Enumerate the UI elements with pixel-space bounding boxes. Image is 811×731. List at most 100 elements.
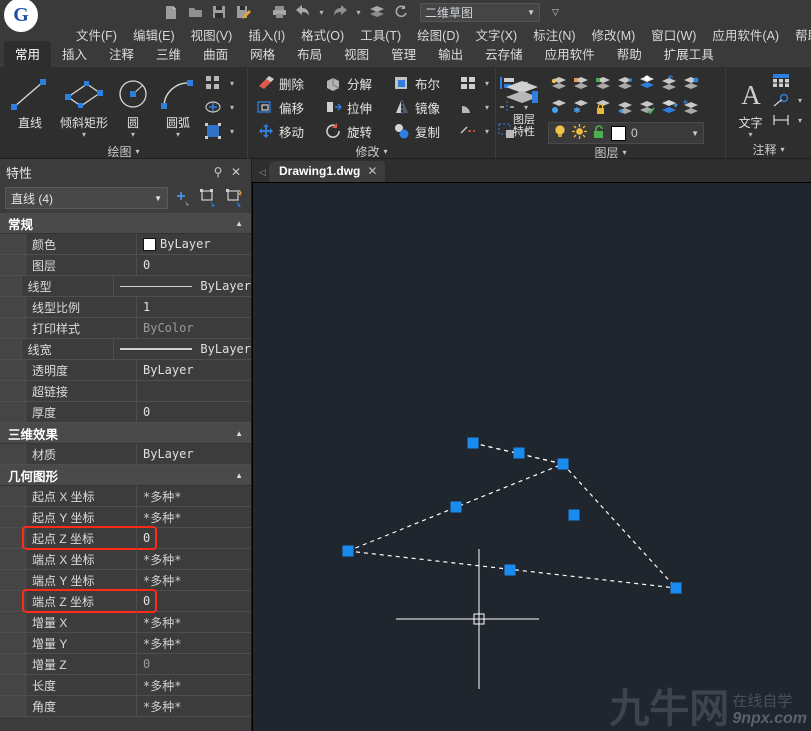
grip-handle[interactable] [450, 501, 462, 513]
draw-arc-button[interactable]: 圆弧 ▾ [155, 71, 201, 139]
open-file-icon[interactable] [184, 2, 206, 22]
property-row[interactable]: 线型 ByLayer [0, 276, 251, 297]
property-row[interactable]: 超链接 [0, 381, 251, 402]
collapse-icon[interactable]: ▲ [235, 471, 243, 480]
property-value[interactable]: *多种* [137, 486, 251, 506]
layer-color-swatch[interactable] [611, 125, 626, 141]
layer-thaw-icon[interactable] [571, 97, 591, 117]
panel-expand-icon[interactable]: ▾ [384, 147, 388, 156]
undo-dropdown-icon[interactable]: ▾ [316, 8, 327, 17]
annotation-leader-button[interactable]: ▾ [769, 90, 808, 110]
layer-restore-icon[interactable] [681, 97, 701, 117]
ribbon-tab-11[interactable]: 应用软件 [534, 41, 606, 67]
annotation-table-button[interactable] [769, 71, 808, 90]
collapse-icon[interactable]: ▲ [235, 219, 243, 228]
property-value[interactable]: 1 [137, 297, 251, 317]
layer-on-bulb-icon[interactable] [553, 124, 567, 142]
select-objects-icon[interactable] [198, 187, 220, 209]
property-value[interactable]: *多种* [137, 570, 251, 590]
property-value[interactable]: ByLayer [137, 360, 251, 380]
save-icon[interactable] [208, 2, 230, 22]
property-row[interactable]: 起点 Y 坐标 *多种* [0, 507, 251, 528]
modify-boolean-button[interactable]: 布尔 [390, 71, 456, 95]
property-value[interactable]: ByLayer [137, 234, 251, 254]
ribbon-tab-8[interactable]: 管理 [380, 41, 427, 67]
pick-style-icon[interactable] [224, 187, 246, 209]
workspace-selector[interactable]: 二维草图 ▼ [420, 2, 540, 22]
properties-section-1[interactable]: 三维效果 ▲ [0, 423, 251, 444]
property-row[interactable]: 起点 X 坐标 *多种* [0, 486, 251, 507]
layer-on-icon[interactable] [549, 97, 569, 117]
properties-list[interactable]: 常规 ▲ 颜色 ByLayer 图层 0 线型 ByLayer 线型比例 1 打印样式 ByColor… [0, 213, 251, 731]
annotation-text-button[interactable]: A 文字 ▾ [732, 71, 769, 139]
properties-section-0[interactable]: 常规 ▲ [0, 213, 251, 234]
property-row[interactable]: 端点 Y 坐标 *多种* [0, 570, 251, 591]
restore-icon[interactable] [390, 2, 412, 22]
hatch-dropdown-icon[interactable]: ▾ [226, 127, 238, 136]
layer-merge-icon[interactable] [615, 97, 635, 117]
modify-copy-button[interactable]: 复制 [390, 119, 456, 143]
ribbon-tab-13[interactable]: 扩展工具 [653, 41, 725, 67]
point-dropdown-icon[interactable]: ▾ [226, 103, 238, 112]
property-value[interactable]: ByLayer [137, 444, 251, 464]
cad-line[interactable] [562, 463, 677, 589]
layer-properties-button[interactable]: 图层 特性 [500, 71, 548, 138]
property-row[interactable]: 增量 X *多种* [0, 612, 251, 633]
plot-icon[interactable] [268, 2, 290, 22]
layer-lock-icon[interactable] [593, 97, 613, 117]
ribbon-tab-7[interactable]: 视图 [333, 41, 380, 67]
ribbon-tab-0[interactable]: 常用 [4, 41, 52, 67]
property-row[interactable]: 颜色 ByLayer [0, 234, 251, 255]
modify-rotate-button[interactable]: 旋转 [322, 119, 390, 143]
property-row[interactable]: 增量 Y *多种* [0, 633, 251, 654]
modify-stretch-button[interactable]: 拉伸 [322, 95, 390, 119]
grip-handle[interactable] [467, 437, 479, 449]
property-value[interactable]: *多种* [137, 675, 251, 695]
circle-dropdown-icon[interactable]: ▾ [131, 131, 135, 139]
property-value[interactable]: ByLayer [114, 276, 251, 296]
close-icon[interactable]: ✕ [227, 165, 245, 179]
ribbon-tab-5[interactable]: 网格 [239, 41, 286, 67]
layer-dropdown-icon[interactable]: ▼ [691, 129, 699, 138]
draw-hatch-button[interactable]: ▾ [201, 119, 240, 143]
modify-array-button[interactable]: ▾ [456, 71, 495, 95]
property-value[interactable]: 0 [137, 654, 251, 674]
property-row[interactable]: 长度 *多种* [0, 675, 251, 696]
layer-current-icon[interactable] [637, 73, 657, 93]
property-row[interactable]: 线宽 ByLayer [0, 339, 251, 360]
dimension-dropdown-icon[interactable]: ▾ [794, 116, 806, 125]
layer-control[interactable]: 0 ▼ [548, 122, 704, 144]
draw-line-button[interactable]: 直线 [3, 71, 57, 131]
property-row[interactable]: 厚度 0 [0, 402, 251, 423]
property-row[interactable]: 起点 Z 坐标 0 [0, 526, 251, 550]
grip-handle[interactable] [513, 447, 525, 459]
property-row[interactable]: 材质 ByLayer [0, 444, 251, 465]
rectangle-dropdown-icon[interactable]: ▾ [82, 131, 86, 139]
redo-icon[interactable] [329, 2, 351, 22]
draw-circle-button[interactable]: 圆 ▾ [111, 71, 155, 139]
grip-handle[interactable] [342, 545, 354, 557]
save-as-icon[interactable] [232, 2, 254, 22]
property-value[interactable]: *多种* [137, 612, 251, 632]
grip-handle[interactable] [557, 458, 569, 470]
batch-plot-icon[interactable] [366, 2, 388, 22]
property-value[interactable]: 0 [137, 402, 251, 422]
leader-dropdown-icon[interactable]: ▾ [794, 96, 806, 105]
ribbon-tab-4[interactable]: 曲面 [192, 41, 239, 67]
layer-previous-icon[interactable] [659, 73, 679, 93]
property-row[interactable]: 打印样式 ByColor [0, 318, 251, 339]
layer-change-icon[interactable] [615, 73, 635, 93]
property-value[interactable]: ByColor [137, 318, 251, 338]
properties-section-2[interactable]: 几何图形 ▲ [0, 465, 251, 486]
modify-offset-button[interactable]: 偏移 [254, 95, 322, 119]
text-dropdown-icon[interactable]: ▾ [748, 131, 752, 139]
modify-move-button[interactable]: 移动 [254, 119, 322, 143]
property-row[interactable]: 图层 0 [0, 255, 251, 276]
property-value[interactable]: *多种* [137, 507, 251, 527]
ribbon-tab-10[interactable]: 云存储 [474, 41, 534, 67]
array-dropdown-icon[interactable]: ▾ [226, 79, 238, 88]
layer-match-icon[interactable] [637, 97, 657, 117]
grip-handle[interactable] [504, 564, 516, 576]
layer-settings-icon[interactable] [681, 73, 701, 93]
draw-point-button[interactable]: ▾ [201, 95, 240, 119]
